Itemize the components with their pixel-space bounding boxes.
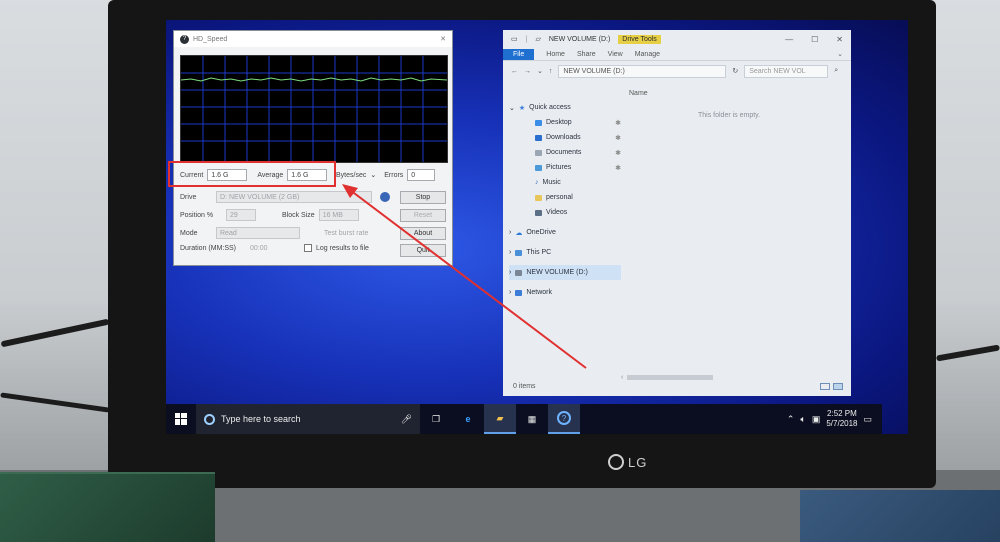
annotation-arrow [342,184,587,369]
